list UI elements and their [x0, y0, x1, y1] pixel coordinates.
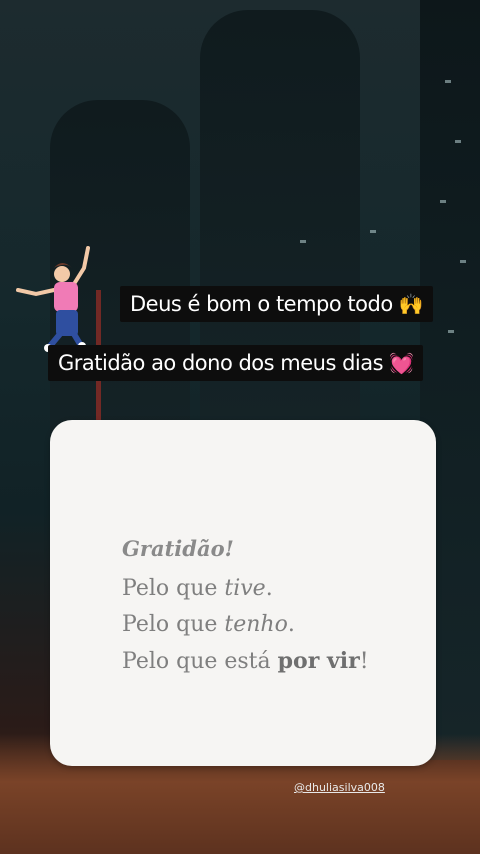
jumping-girl-sticker	[16, 246, 90, 352]
quote-text: Gratidão! Pelo que tive. Pelo que tenho.…	[122, 536, 369, 680]
caption-text-1: Deus é bom o tempo todo	[130, 292, 393, 316]
quote-line-2: Pelo que tenho.	[122, 607, 369, 643]
author-handle-link[interactable]: @dhuliasilva008	[294, 781, 385, 794]
line2-suffix: .	[287, 612, 295, 637]
line3-suffix: !	[359, 649, 369, 674]
quote-title: Gratidão!	[122, 536, 234, 561]
caption-line-2: Gratidão ao dono dos meus dias 💓	[48, 345, 424, 381]
window-light	[455, 140, 461, 143]
caption-text-2: Gratidão ao dono dos meus dias	[58, 351, 384, 375]
beating-heart-icon: 💓	[389, 351, 414, 375]
window-light	[440, 200, 446, 203]
window-light	[370, 230, 376, 233]
caption-line-1: Deus é bom o tempo todo 🙌	[120, 286, 434, 322]
line1-prefix: Pelo que	[122, 576, 225, 601]
quote-card: Gratidão! Pelo que tive. Pelo que tenho.…	[50, 420, 436, 766]
raised-hands-icon: 🙌	[398, 292, 424, 316]
window-light	[445, 80, 451, 83]
line1-emphasis: tive	[224, 576, 266, 601]
window-light	[460, 260, 466, 263]
window-light	[300, 240, 306, 243]
line2-emphasis: tenho	[224, 612, 288, 637]
line3-bold: por vir	[277, 648, 360, 674]
line2-prefix: Pelo que	[122, 612, 225, 637]
line3-prefix: Pelo que está	[122, 649, 278, 674]
quote-line-3: Pelo que está por vir!	[122, 643, 369, 680]
window-light	[448, 330, 454, 333]
line1-suffix: .	[265, 576, 273, 601]
quote-line-1: Pelo que tive.	[122, 571, 369, 607]
